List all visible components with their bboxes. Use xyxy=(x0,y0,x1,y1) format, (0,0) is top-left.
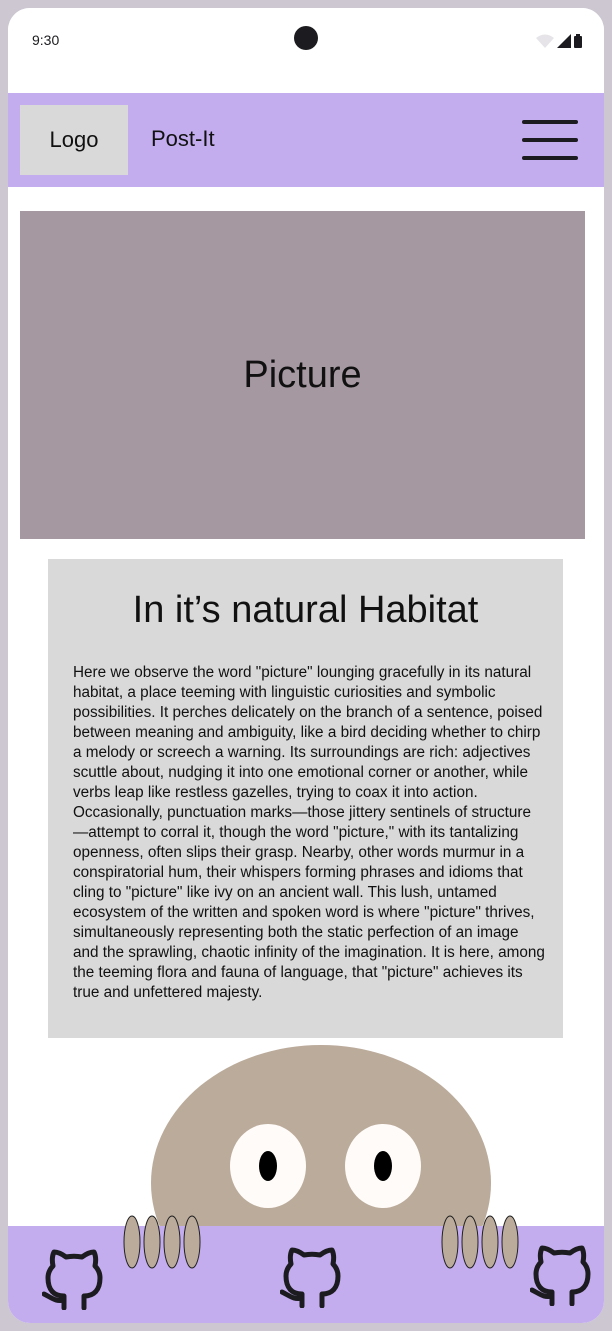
menu-button[interactable] xyxy=(520,119,580,161)
article-title: In it’s natural Habitat xyxy=(132,589,479,631)
hamburger-menu-icon xyxy=(522,120,578,160)
mascot-right-pupil xyxy=(374,1151,392,1181)
hero-picture: Picture xyxy=(20,211,585,539)
phone-frame: 9:30 Logo Post-It Picture In it’s natura… xyxy=(8,8,604,1323)
picture-label: Picture xyxy=(243,353,362,396)
github-icon[interactable] xyxy=(42,1242,106,1310)
battery-icon xyxy=(574,34,582,48)
github-icon[interactable] xyxy=(530,1238,594,1306)
github-icon[interactable] xyxy=(280,1240,344,1308)
app-header: Logo Post-It xyxy=(8,93,604,187)
mascot-left-pupil xyxy=(259,1151,277,1181)
logo-label: Logo xyxy=(49,127,99,152)
article-body: Here we observe the word "picture" loung… xyxy=(73,664,545,1001)
logo[interactable]: Logo xyxy=(20,105,128,175)
mascot-left-hand xyxy=(123,1215,201,1269)
app-title: Post-It xyxy=(151,126,215,151)
article-card: In it’s natural Habitat Here we observe … xyxy=(48,559,563,1038)
mascot-right-hand xyxy=(441,1215,519,1269)
status-icons xyxy=(536,34,582,48)
signal-icon xyxy=(557,34,571,48)
status-bar: 9:30 xyxy=(8,8,604,93)
status-time: 9:30 xyxy=(32,32,60,48)
camera-cutout xyxy=(294,26,318,50)
wifi-icon xyxy=(536,34,554,48)
